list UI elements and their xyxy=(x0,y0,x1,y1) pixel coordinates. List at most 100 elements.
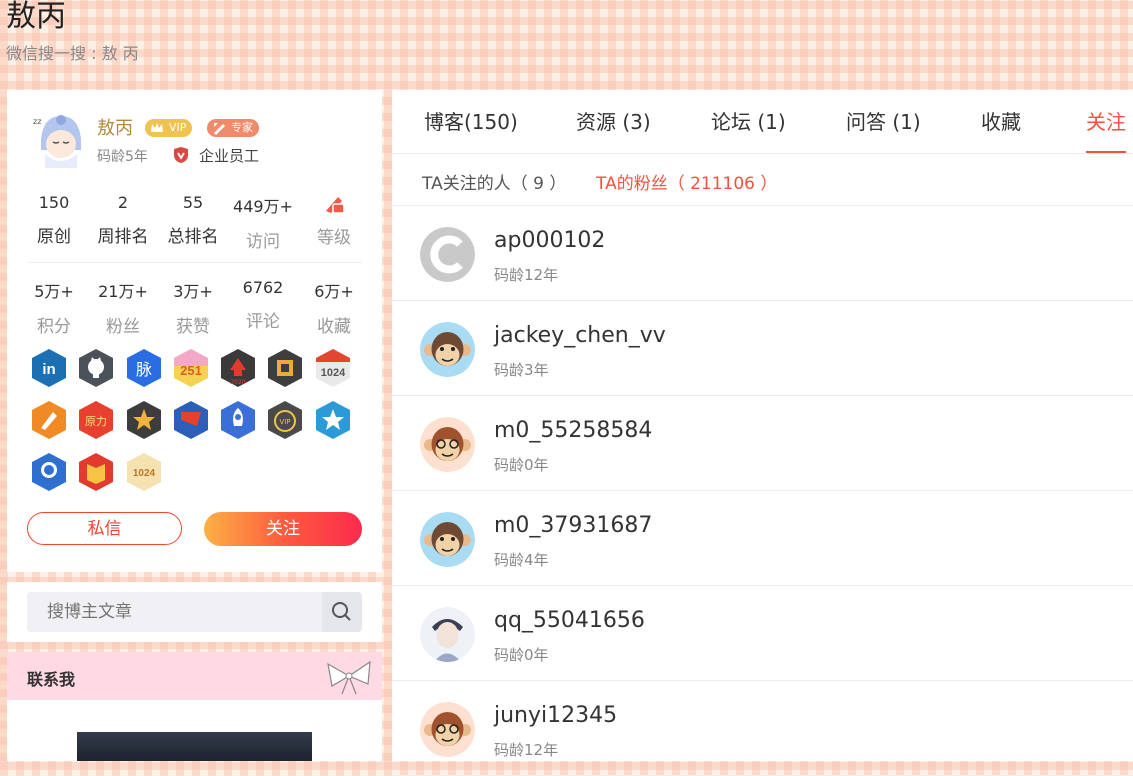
fan-row[interactable]: m0_55258584 码龄0年 xyxy=(392,396,1133,491)
stat-label: 收藏 xyxy=(317,317,351,337)
crown-icon xyxy=(151,123,163,132)
tab-forum[interactable]: 论坛 (1) xyxy=(711,106,786,135)
pen-badge-icon[interactable] xyxy=(29,400,69,440)
blog-subtitle: 微信搜一搜 : 敖 丙 xyxy=(6,44,139,63)
stat-likes: 3万+ 获赞 xyxy=(158,278,228,337)
private-message-button[interactable]: 私信 xyxy=(27,512,182,545)
subtab-fans[interactable]: TA的粉丝（ 211106 ） xyxy=(596,169,777,194)
fan-name[interactable]: junyi12345 xyxy=(494,703,617,728)
stat-visits: 449万+ 访问 xyxy=(228,193,298,252)
astronaut-badge-icon[interactable] xyxy=(29,452,69,492)
svg-text:in: in xyxy=(42,361,55,378)
stat-week-rank[interactable]: 2 周排名 xyxy=(88,193,158,247)
stat-level[interactable]: 等级 xyxy=(299,193,369,248)
blog-title: 敖丙 xyxy=(6,0,66,34)
stat-fans[interactable]: 21万+ 粉丝 xyxy=(88,278,158,337)
csdn-logo-avatar[interactable] xyxy=(420,227,475,282)
svg-text:1024: 1024 xyxy=(133,468,156,479)
tab-favorites[interactable]: 收藏 xyxy=(981,106,1021,135)
stat-label: 总排名 xyxy=(167,227,219,247)
yuanli-badge-icon[interactable]: 原力 xyxy=(76,400,116,440)
2020-badge-icon[interactable]: 2020 xyxy=(218,348,258,388)
stat-label: 积分 xyxy=(37,317,71,337)
tab-blog[interactable]: 博客(150) xyxy=(424,106,518,135)
search-input[interactable] xyxy=(27,592,322,632)
1024-badge-icon[interactable]: 1024 xyxy=(313,348,353,388)
blog-251-badge-icon[interactable]: 251 xyxy=(171,348,211,388)
fan-code-age: 码龄0年 xyxy=(494,646,549,664)
search-icon xyxy=(332,602,351,621)
svg-text:脉: 脉 xyxy=(136,360,152,379)
monkey-avatar[interactable] xyxy=(420,417,475,472)
stat-points: 5万+ 积分 xyxy=(19,278,89,337)
svg-text:1024: 1024 xyxy=(321,367,346,379)
subtab-following[interactable]: TA关注的人（ 9 ） xyxy=(422,169,566,194)
vip-badge: VIP xyxy=(145,119,193,137)
tab-following[interactable]: 关注 xyxy=(1086,106,1126,135)
star-badge-icon[interactable] xyxy=(124,400,164,440)
fan-row[interactable]: m0_37931687 码龄4年 xyxy=(392,491,1133,586)
follow-button[interactable]: 关注 xyxy=(204,512,362,546)
stat-original[interactable]: 150 原创 xyxy=(19,193,89,247)
profile-card: zz 敖丙 VIP 专家 码龄5年 企业员工 150 原创 2 周排名 55 总… xyxy=(7,90,382,572)
search-button[interactable] xyxy=(322,592,362,632)
main-panel: 博客(150) 资源 (3) 论坛 (1) 问答 (1) 收藏 关注 TA关注的… xyxy=(392,90,1133,776)
stat-label: 访问 xyxy=(246,232,280,252)
1024-gold-badge-icon[interactable]: 1024 xyxy=(124,452,164,492)
user-name[interactable]: 敖丙 xyxy=(97,114,133,140)
red-book-badge-icon[interactable] xyxy=(76,452,116,492)
gaoneng-badge-icon[interactable] xyxy=(265,348,305,388)
tab-qa[interactable]: 问答 (1) xyxy=(846,106,921,135)
fan-code-age: 码龄0年 xyxy=(494,456,549,474)
stat-label: 等级 xyxy=(317,228,351,248)
stat-total-rank[interactable]: 55 总排名 xyxy=(158,193,228,247)
shield-icon xyxy=(174,147,188,163)
svg-text:zz: zz xyxy=(33,117,41,126)
tab-resources[interactable]: 资源 (3) xyxy=(576,106,651,135)
fan-row[interactable]: qq_55041656 码龄0年 xyxy=(392,586,1133,681)
fan-name[interactable]: ap000102 xyxy=(494,228,605,253)
stat-value: 6762 xyxy=(242,278,284,297)
stat-value: 449万+ xyxy=(233,197,293,216)
stat-label: 周排名 xyxy=(97,227,149,247)
fan-name[interactable]: m0_37931687 xyxy=(494,513,652,538)
stat-value: 3万+ xyxy=(173,282,213,301)
search-box xyxy=(7,582,382,642)
fan-row[interactable]: jackey_chen_vv 码龄3年 xyxy=(392,301,1133,396)
maimai-badge-icon[interactable]: 脉 xyxy=(124,348,164,388)
fan-name[interactable]: qq_55041656 xyxy=(494,608,645,633)
stat-value: 21万+ xyxy=(98,282,148,301)
stat-value: 6万+ xyxy=(314,282,354,301)
stat-label: 评论 xyxy=(246,312,280,332)
github-badge-icon[interactable] xyxy=(76,348,116,388)
role-label: 企业员工 xyxy=(199,147,260,165)
stat-value: 5万+ xyxy=(34,282,74,301)
vip-round-badge-icon[interactable]: VIP xyxy=(265,400,305,440)
stat-value: 55 xyxy=(182,193,204,212)
stat-comments: 6762 评论 xyxy=(228,278,298,332)
fan-row[interactable]: ap000102 码龄12年 xyxy=(392,206,1133,301)
stat-label: 获赞 xyxy=(176,317,210,337)
monkey-avatar[interactable] xyxy=(420,512,475,567)
rocket-badge-icon[interactable] xyxy=(218,400,258,440)
fan-code-age: 码龄4年 xyxy=(494,551,549,569)
contact-title: 联系我 xyxy=(27,670,76,689)
page-header: 敖丙 微信搜一搜 : 敖 丙 xyxy=(6,0,139,64)
fan-name[interactable]: jackey_chen_vv xyxy=(494,323,666,348)
stat-favorites: 6万+ 收藏 xyxy=(299,278,369,337)
expert-badge: 专家 xyxy=(207,119,259,137)
blue-star-badge-icon[interactable] xyxy=(313,400,353,440)
monkey-avatar[interactable] xyxy=(420,322,475,377)
fan-code-age: 码龄3年 xyxy=(494,361,549,379)
contact-box: 联系我 xyxy=(7,652,382,761)
photo-avatar[interactable] xyxy=(420,607,475,662)
linkedin-badge-icon[interactable]: in xyxy=(29,348,69,388)
fan-row[interactable]: junyi12345 码龄12年 xyxy=(392,681,1133,776)
svg-text:251: 251 xyxy=(180,363,202,378)
fan-name[interactable]: m0_55258584 xyxy=(494,418,652,443)
red-flag-badge-icon[interactable] xyxy=(171,400,211,440)
monkey-avatar[interactable] xyxy=(420,702,475,757)
avatar[interactable]: zz xyxy=(31,110,91,170)
vip-label: VIP xyxy=(169,121,187,134)
contact-photo xyxy=(77,732,312,761)
